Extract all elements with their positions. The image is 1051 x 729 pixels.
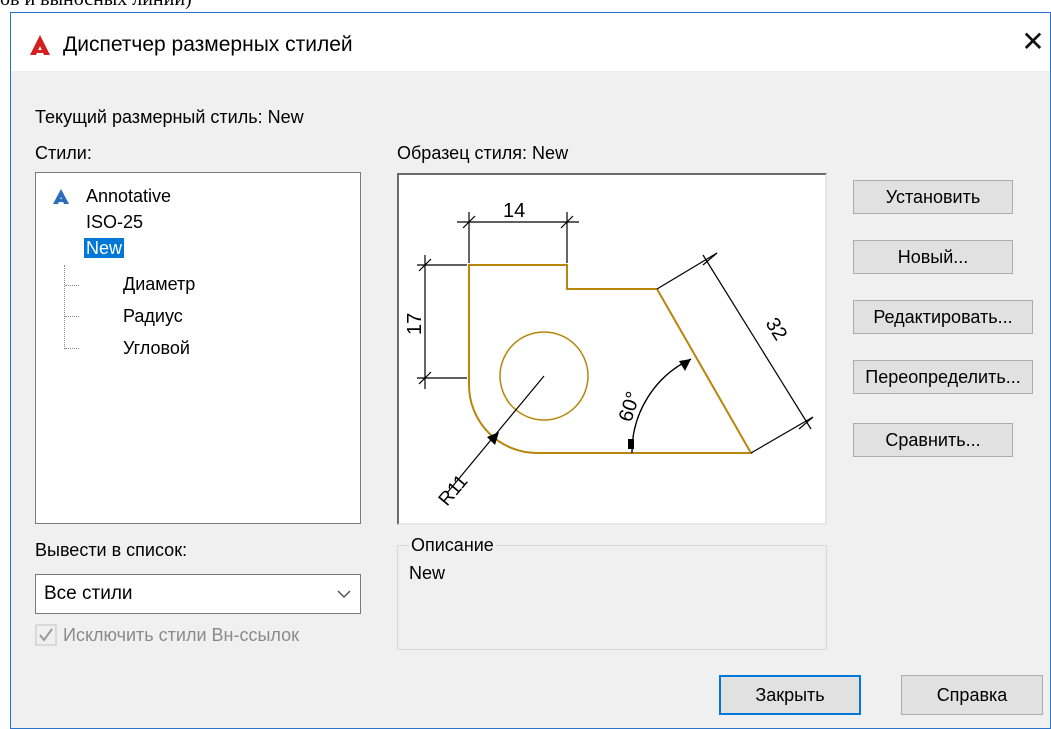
style-item-angular[interactable]: Угловой <box>123 336 190 360</box>
background-caption: ов и выносных линий) <box>0 0 192 11</box>
autocad-logo-icon <box>30 35 50 55</box>
style-item-diameter[interactable]: Диаметр <box>123 272 195 296</box>
window-title: Диспетчер размерных стилей <box>63 33 353 56</box>
styles-label: Стили: <box>35 143 92 163</box>
dim-top-text: 14 <box>503 200 525 222</box>
style-item-label: ISO-25 <box>86 212 144 232</box>
close-button[interactable]: Закрыть <box>719 675 861 715</box>
angle-tick <box>628 439 634 449</box>
style-item-radius[interactable]: Радиус <box>123 304 183 328</box>
dim-slant-text: 32 <box>761 314 791 345</box>
tree-connector <box>64 265 65 349</box>
style-item-label: New <box>84 238 125 258</box>
tree-connector <box>65 316 79 317</box>
help-button[interactable]: Справка <box>901 675 1043 715</box>
set-current-button[interactable]: Установить <box>853 180 1013 214</box>
style-item-iso-25[interactable]: ISO-25 <box>86 210 143 234</box>
style-item-annotative[interactable]: Annotative <box>86 184 171 208</box>
style-item-label: Annotative <box>86 186 172 206</box>
annotative-icon <box>53 189 69 204</box>
list-filter-select[interactable]: Все стили <box>35 574 361 614</box>
new-button[interactable]: Новый... <box>853 240 1013 274</box>
chevron-down-icon <box>337 590 351 599</box>
tree-connector <box>65 348 79 349</box>
exclude-xref-label: Исключить стили Вн-ссылок <box>63 625 300 645</box>
exclude-xref-checkbox[interactable] <box>35 624 57 646</box>
style-item-label: Диаметр <box>123 274 196 294</box>
slant-dimension <box>656 252 814 454</box>
tree-connector <box>65 285 79 286</box>
compare-button[interactable]: Сравнить... <box>853 423 1013 457</box>
dim-radius-text: R11 <box>435 471 473 510</box>
preview-drawing: 14 17 32 60° R11 <box>404 200 814 510</box>
style-item-new[interactable]: New <box>84 236 125 260</box>
style-item-label: Радиус <box>123 306 183 326</box>
title-bar: Диспетчер размерных стилей ✕ <box>11 13 1050 71</box>
style-item-label: Угловой <box>123 338 190 358</box>
style-preview: 14 17 32 60° R11 <box>397 173 827 525</box>
part-outline <box>468 264 753 454</box>
edit-button[interactable]: Редактировать... <box>853 300 1033 334</box>
override-button[interactable]: Переопределить... <box>853 360 1033 394</box>
description-group <box>397 545 827 650</box>
dim-left-text: 17 <box>404 313 426 335</box>
styles-list[interactable]: Annotative ISO-25 New Диаметр Радиус Угл… <box>35 172 361 524</box>
close-icon[interactable]: ✕ <box>1020 27 1046 57</box>
dim-angle-text: 60° <box>615 389 645 425</box>
preview-label: Образец стиля: New <box>397 143 569 163</box>
list-filter-value: Все стили <box>44 583 133 604</box>
description-text: New <box>409 563 446 583</box>
dimension-style-manager-dialog: Диспетчер размерных стилей ✕ Текущий раз… <box>10 12 1051 729</box>
current-style-label: Текущий размерный стиль: New <box>35 107 304 127</box>
list-label: Вывести в список: <box>35 540 188 560</box>
description-label: Описание <box>409 535 496 556</box>
